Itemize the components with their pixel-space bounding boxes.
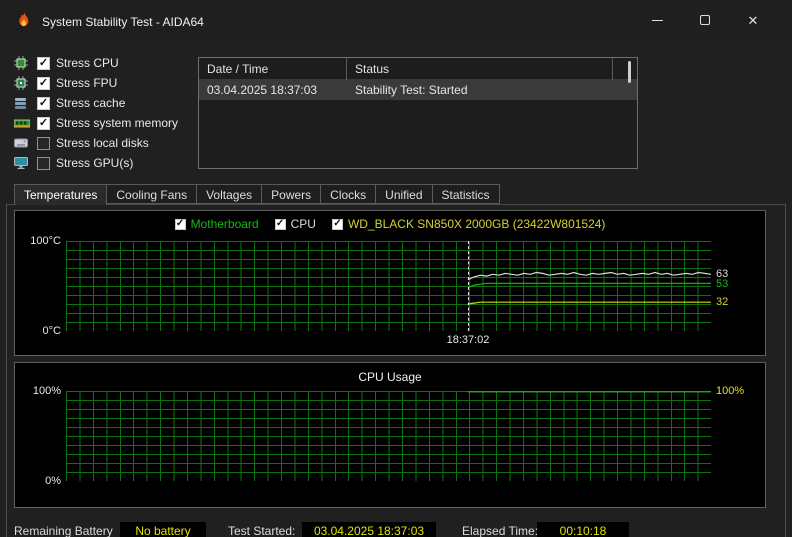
memory-icon (14, 115, 32, 131)
stress-disks-row: Stress local disks (14, 133, 149, 153)
stress-disks-label[interactable]: Stress local disks (56, 136, 149, 150)
log-row-status: Stability Test: Started (355, 83, 468, 97)
usage-axis-max-label: 100% (32, 385, 61, 397)
temp-axis-min-label: 0°C (42, 325, 61, 337)
system-stability-test-window: System Stability Test - AIDA64 ✕ Stress … (0, 0, 792, 537)
log-panel: Date / Time Status 03.04.2025 18:37:03 S… (198, 57, 638, 169)
legend-item-motherboard: Motherboard (174, 217, 259, 231)
stress-cpu-label[interactable]: Stress CPU (56, 56, 119, 70)
tab-clocks[interactable]: Clocks (320, 184, 377, 204)
stress-cache-checkbox[interactable] (37, 96, 50, 110)
legend-motherboard-label: Motherboard (190, 217, 259, 231)
close-icon: ✕ (747, 12, 759, 28)
legend-cpu-label: CPU (290, 217, 316, 231)
cpu-usage-value: 100% (716, 385, 745, 397)
log-row[interactable]: 03.04.2025 18:37:03 Stability Test: Star… (199, 80, 637, 100)
status-bar: Remaining Battery No battery Test Starte… (0, 522, 792, 537)
cache-icon (14, 95, 32, 111)
log-header: Date / Time Status (199, 57, 637, 80)
stress-memory-row: Stress system memory (14, 113, 178, 133)
stress-fpu-label[interactable]: Stress FPU (56, 76, 117, 90)
maximize-button[interactable] (682, 0, 728, 40)
ssd-temp-value: 32 (716, 296, 729, 308)
legend-cpu-checkbox[interactable] (274, 218, 286, 230)
stress-gpu-row: Stress GPU(s) (14, 153, 133, 173)
usage-axis-min-label: 0% (45, 475, 61, 487)
stress-cpu-row: Stress CPU (14, 53, 119, 73)
cpu-usage-title: CPU Usage (358, 370, 422, 384)
legend-item-cpu: CPU (274, 217, 316, 231)
log-scrollbar-thumb[interactable] (628, 61, 631, 83)
gpu-icon (14, 155, 32, 171)
disk-icon (14, 135, 32, 151)
tab-statistics[interactable]: Statistics (431, 184, 500, 204)
stress-gpu-label[interactable]: Stress GPU(s) (56, 156, 133, 170)
titlebar: System Stability Test - AIDA64 ✕ (0, 0, 792, 44)
stress-cache-label[interactable]: Stress cache (56, 96, 125, 110)
log-col-datetime: Date / Time (199, 57, 347, 80)
tab-temperatures[interactable]: Temperatures (14, 184, 108, 205)
fpu-icon (14, 75, 32, 91)
test-started-label: Test Started: (228, 524, 296, 537)
stress-gpu-checkbox[interactable] (37, 156, 50, 170)
temperature-chart-panel: Motherboard CPU WD_BLACK SN850X 2000GB (… (14, 210, 766, 356)
stress-disks-checkbox[interactable] (37, 136, 50, 150)
test-started-value: 03.04.2025 18:37:03 (302, 522, 436, 537)
stress-cache-row: Stress cache (14, 93, 125, 113)
tab-bar: Temperatures Cooling Fans Voltages Power… (14, 184, 500, 205)
log-col-status: Status (347, 57, 613, 80)
stress-memory-label[interactable]: Stress system memory (56, 116, 178, 130)
temperature-plot (66, 241, 711, 331)
aida64-flame-icon (14, 11, 34, 31)
time-cursor-line (467, 241, 469, 331)
temperature-legend: Motherboard CPU WD_BLACK SN850X 2000GB (… (15, 217, 765, 231)
stress-memory-checkbox[interactable] (37, 116, 50, 130)
stress-fpu-row: Stress FPU (14, 73, 117, 93)
elapsed-time-label: Elapsed Time: (462, 524, 539, 537)
window-title: System Stability Test - AIDA64 (42, 15, 204, 29)
tab-powers[interactable]: Powers (261, 184, 322, 204)
legend-item-ssd: WD_BLACK SN850X 2000GB (23422W801524) (331, 217, 606, 231)
cursor-time-label: 18:37:02 (446, 334, 490, 346)
legend-motherboard-checkbox[interactable] (174, 218, 186, 230)
cpu-usage-chart-panel: CPU Usage 100% 0% 100% (14, 362, 766, 508)
legend-ssd-checkbox[interactable] (331, 218, 343, 230)
tab-cooling-fans[interactable]: Cooling Fans (106, 184, 198, 204)
elapsed-time-value: 00:10:18 (537, 522, 629, 537)
battery-label: Remaining Battery (14, 524, 113, 537)
legend-ssd-label: WD_BLACK SN850X 2000GB (23422W801524) (347, 217, 606, 231)
battery-value: No battery (120, 522, 206, 537)
stress-cpu-checkbox[interactable] (37, 56, 50, 70)
cpu-usage-plot (66, 391, 711, 481)
motherboard-temp-value: 53 (716, 278, 729, 290)
temp-axis-max-label: 100°C (30, 235, 61, 247)
tab-voltages[interactable]: Voltages (196, 184, 263, 204)
tab-unified[interactable]: Unified (375, 184, 433, 204)
log-row-datetime: 03.04.2025 18:37:03 (207, 83, 318, 97)
minimize-button[interactable] (634, 0, 680, 40)
close-button[interactable]: ✕ (730, 0, 776, 40)
cpu-icon (14, 55, 32, 71)
stress-fpu-checkbox[interactable] (37, 76, 50, 90)
maximize-icon (700, 15, 710, 25)
minimize-icon (651, 19, 663, 21)
